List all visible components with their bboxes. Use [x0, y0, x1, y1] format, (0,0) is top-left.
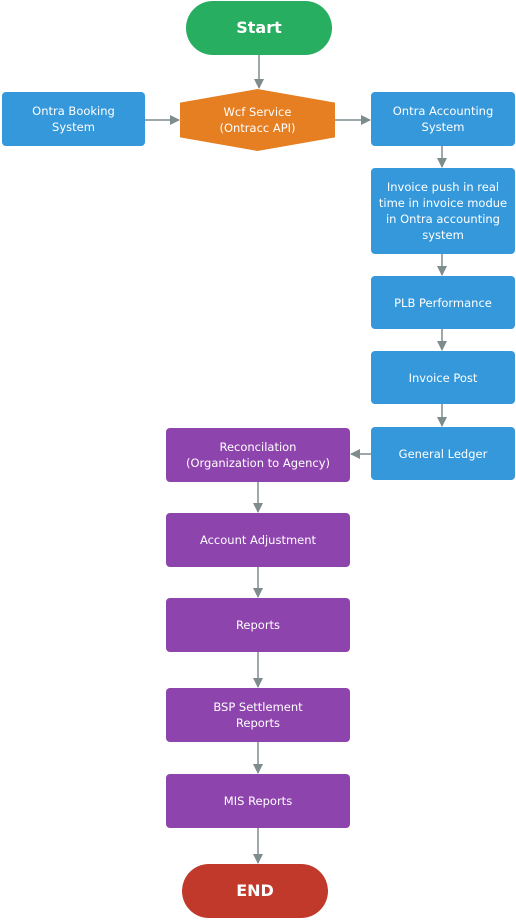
end-terminal: END	[182, 864, 328, 918]
node-ontra-booking-system: Ontra Booking System	[2, 92, 145, 146]
flowchart: Start Ontra Booking System Wcf Service (…	[0, 0, 516, 920]
start-terminal: Start	[186, 1, 332, 55]
node-reconcilation: Reconcilation (Organization to Agency)	[166, 428, 350, 482]
node-bsp-settlement-reports: BSP Settlement Reports	[166, 688, 350, 742]
node-invoice-post: Invoice Post	[371, 351, 515, 404]
node-account-adjustment: Account Adjustment	[166, 513, 350, 567]
node-ontra-accounting-system: Ontra Accounting System	[371, 92, 515, 146]
node-plb-performance: PLB Performance	[371, 276, 515, 329]
node-mis-reports: MIS Reports	[166, 774, 350, 828]
node-general-ledger: General Ledger	[371, 427, 515, 480]
node-reports: Reports	[166, 598, 350, 652]
node-invoice-push: Invoice push in real time in invoice mod…	[371, 168, 515, 254]
